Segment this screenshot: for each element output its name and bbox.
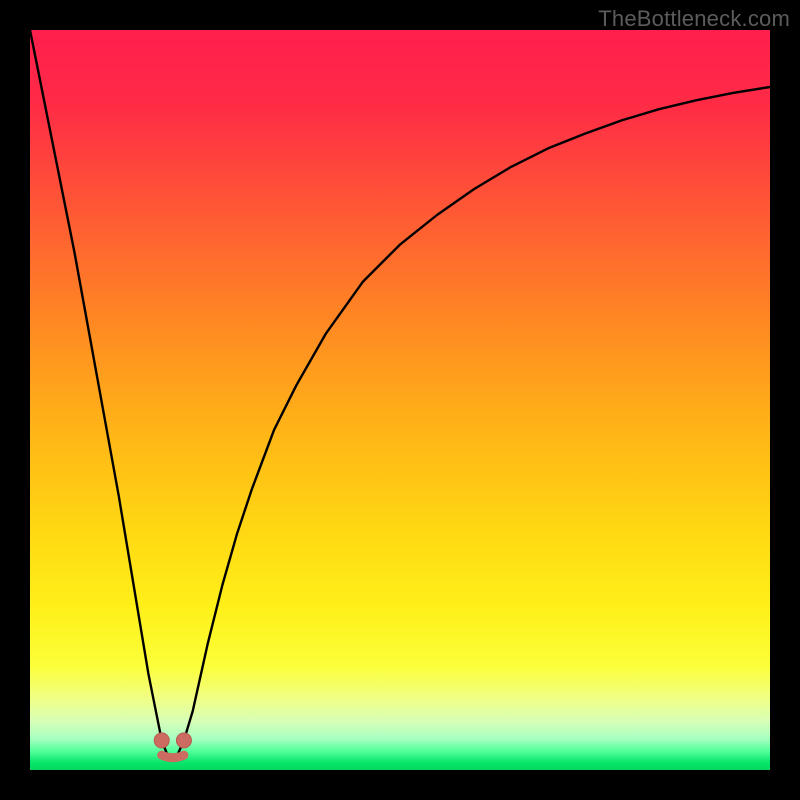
- chart-frame: TheBottleneck.com: [0, 0, 800, 800]
- curve-marker-right: [176, 733, 191, 748]
- bottleneck-curve: [30, 30, 770, 755]
- watermark-text: TheBottleneck.com: [598, 6, 790, 32]
- curve-marker-left: [154, 733, 169, 748]
- plot-area: [30, 30, 770, 770]
- chart-curves: [30, 30, 770, 770]
- valley-connector: [162, 755, 184, 758]
